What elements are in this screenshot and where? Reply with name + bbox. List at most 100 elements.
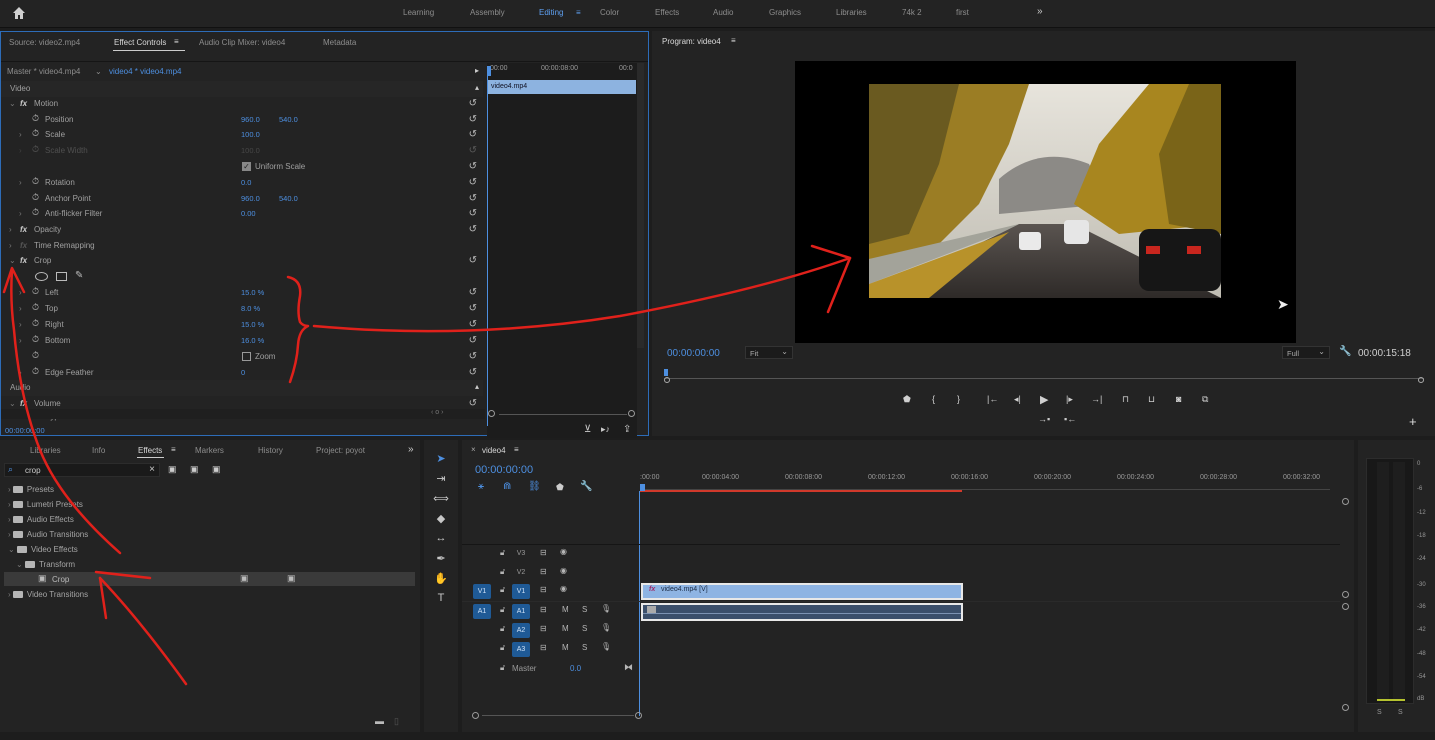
tab-libraries[interactable]: Libraries	[30, 446, 61, 455]
workspace-menu-icon[interactable]: ≡	[576, 8, 581, 17]
microphone-icon[interactable]: 🎙︎	[601, 604, 611, 613]
microphone-icon[interactable]: 🎙︎	[601, 642, 611, 651]
export-icon[interactable]: ⇪	[623, 424, 631, 435]
sequence-tab[interactable]: video4	[482, 446, 506, 455]
play-only-icon[interactable]: ▸	[475, 66, 479, 75]
play-audio-icon[interactable]: ▸♪	[601, 424, 610, 435]
accelerated-effects-icon[interactable]: ▣	[168, 464, 177, 475]
track-target-v1[interactable]: V1	[512, 584, 530, 599]
tab-markers[interactable]: Markers	[195, 446, 224, 455]
add-marker-icon[interactable]: ⬟	[903, 394, 911, 405]
lock-icon[interactable]: 🔓︎	[500, 663, 505, 673]
lock-icon[interactable]: 🔓︎	[500, 624, 505, 634]
solo-button[interactable]: S	[582, 643, 587, 652]
tab-info[interactable]: Info	[92, 446, 105, 455]
anti-flicker-value[interactable]: 0.00	[241, 209, 256, 218]
reset-icon[interactable]: ↺	[469, 129, 477, 140]
workspace-learning[interactable]: Learning	[403, 8, 434, 17]
razor-tool-icon[interactable]: ◆	[432, 512, 450, 525]
timeline-timecode[interactable]: 00:00:00:00	[475, 464, 533, 476]
overwrite-icon[interactable]: ▪←	[1064, 414, 1076, 424]
solo-button[interactable]: S	[582, 624, 587, 633]
ec-scrollbar[interactable]	[637, 63, 644, 348]
comparison-view-icon[interactable]: ⧉	[1202, 394, 1208, 405]
more-tabs-icon[interactable]: »	[408, 444, 414, 455]
rectangle-mask-icon[interactable]	[56, 272, 67, 281]
reset-icon[interactable]: ↺	[469, 287, 477, 298]
solo-right-button[interactable]: S	[1398, 709, 1403, 716]
mark-out-icon[interactable]: }	[957, 394, 960, 404]
button-editor-icon[interactable]: +	[1409, 414, 1417, 429]
lock-icon[interactable]: 🔓︎	[500, 605, 505, 615]
type-tool-icon[interactable]: T	[432, 592, 450, 604]
add-marker-icon[interactable]: ⬟	[556, 482, 564, 493]
microphone-icon[interactable]: 🎙︎	[601, 623, 611, 632]
stopwatch-icon[interactable]: ⏱	[32, 302, 39, 313]
clip-label[interactable]: video4 * video4.mp4	[109, 67, 182, 76]
zoom-checkbox[interactable]	[242, 352, 251, 361]
workspace-color[interactable]: Color	[600, 8, 619, 17]
lift-icon[interactable]: ⊓	[1122, 394, 1129, 405]
tab-source[interactable]: Source: video2.mp4	[9, 38, 80, 47]
mark-in-icon[interactable]: {	[932, 394, 935, 404]
reset-icon[interactable]: ↺	[469, 208, 477, 219]
reset-icon[interactable]: ↺	[469, 351, 477, 362]
mute-button[interactable]: M	[562, 605, 569, 614]
fit-dropdown[interactable]: Fit ⌄	[745, 346, 793, 359]
stopwatch-icon[interactable]: ⏱	[32, 286, 39, 297]
ellipse-mask-icon[interactable]	[35, 272, 48, 281]
rotation-value[interactable]: 0.0	[241, 178, 251, 187]
track-target-a3[interactable]: A3	[512, 642, 530, 657]
tab-effects[interactable]: Effects	[138, 446, 162, 455]
reset-icon[interactable]: ↺	[469, 114, 477, 125]
tree-presets[interactable]: › Presets	[8, 485, 54, 494]
go-to-in-icon[interactable]: |←	[987, 394, 998, 404]
step-back-icon[interactable]: ◂|	[1014, 394, 1021, 405]
tree-video-effects[interactable]: ⌄ Video Effects	[8, 545, 78, 554]
stopwatch-icon[interactable]: ⏱	[32, 207, 39, 218]
pen-mask-icon[interactable]: ✎	[75, 270, 83, 281]
stopwatch-icon[interactable]: ⏱	[32, 318, 39, 329]
stopwatch-icon[interactable]: ⏱	[32, 176, 39, 187]
tree-video-transitions[interactable]: › Video Transitions	[8, 590, 88, 599]
tree-audio-effects[interactable]: › Audio Effects	[8, 515, 74, 524]
video-clip[interactable]: fx video4.mp4 [V]	[641, 583, 963, 600]
crop-right-value[interactable]: 15.0 %	[241, 320, 264, 329]
solo-left-button[interactable]: S	[1377, 709, 1382, 716]
close-tab-icon[interactable]: ×	[471, 445, 476, 454]
lock-icon[interactable]: 🔓︎	[500, 585, 505, 595]
slip-tool-icon[interactable]: ↔	[432, 532, 450, 544]
effect-time-remapping[interactable]: › fx Time Remapping	[1, 238, 483, 254]
effects-search-input[interactable]: ⌕ crop ×	[4, 463, 160, 477]
reset-icon[interactable]: ↺	[469, 161, 477, 172]
scale-value[interactable]: 100.0	[241, 130, 260, 139]
32bit-effects-icon[interactable]: ▣	[190, 464, 199, 475]
source-patch-v1[interactable]: V1	[473, 584, 491, 599]
go-to-out-icon[interactable]: →|	[1091, 394, 1102, 404]
workspace-first[interactable]: first	[956, 8, 969, 17]
reset-icon[interactable]: ↺	[469, 367, 477, 378]
edge-feather-value[interactable]: 0	[241, 368, 245, 377]
program-scrubber[interactable]	[664, 369, 1424, 383]
tree-lumetri-presets[interactable]: › Lumetri Presets	[8, 500, 83, 509]
export-frame-icon[interactable]: ◙	[1176, 394, 1181, 404]
mute-button[interactable]: M	[562, 624, 569, 633]
selection-tool-icon[interactable]: ➤	[432, 452, 450, 465]
go-to-next-edit-icon[interactable]: ⧓	[624, 662, 633, 673]
uniform-scale-checkbox[interactable]: ✓	[242, 162, 251, 171]
hand-tool-icon[interactable]: ✋	[432, 572, 450, 585]
reset-icon[interactable]: ↺	[469, 319, 477, 330]
delete-icon[interactable]: ▯	[394, 716, 399, 727]
tab-history[interactable]: History	[258, 446, 283, 455]
reset-icon[interactable]: ↺	[469, 177, 477, 188]
tree-audio-transitions[interactable]: › Audio Transitions	[8, 530, 88, 539]
mute-button[interactable]: M	[562, 643, 569, 652]
source-patch-a1[interactable]: A1	[473, 604, 491, 619]
nest-toggle-icon[interactable]: ⚹	[478, 481, 484, 492]
workspace-editing[interactable]: Editing	[539, 8, 563, 17]
filter-icon[interactable]: ⊻	[584, 424, 591, 435]
crop-bottom-value[interactable]: 16.0 %	[241, 336, 264, 345]
eye-icon[interactable]: ◉	[560, 547, 567, 556]
effect-crop[interactable]: ⌄ fx Crop ↺	[1, 253, 483, 269]
timeline-v-scroll[interactable]	[1342, 498, 1350, 713]
